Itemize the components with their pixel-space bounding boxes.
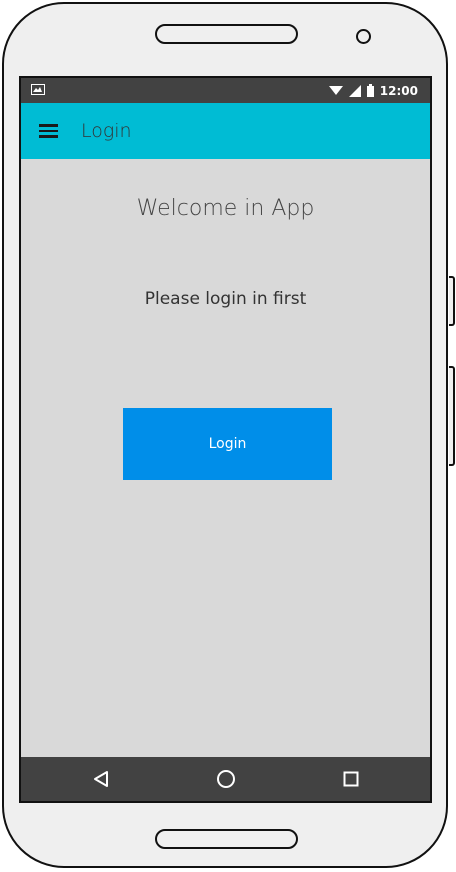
recent-apps-button[interactable] (329, 757, 373, 801)
login-prompt: Please login in first (144, 289, 307, 309)
status-icons: 12:00 (328, 78, 418, 103)
home-button[interactable] (204, 757, 248, 801)
back-button[interactable] (79, 757, 123, 801)
screen: 12:00 Login Welcome in App Please login … (19, 76, 432, 803)
volume-button (449, 276, 455, 326)
battery-icon (366, 84, 374, 97)
bottom-speaker (155, 829, 298, 849)
login-button[interactable]: Login (123, 408, 332, 480)
power-button (449, 366, 455, 466)
status-bar: 12:00 (21, 78, 430, 103)
welcome-heading: Welcome in App (136, 196, 315, 221)
back-icon (94, 771, 108, 787)
earpiece-speaker (155, 24, 298, 44)
home-icon (217, 770, 235, 788)
signal-icon (348, 84, 361, 97)
recent-apps-icon (343, 771, 359, 787)
status-time: 12:00 (379, 83, 418, 98)
app-title: Login (81, 120, 132, 142)
wifi-icon (328, 86, 343, 95)
menu-icon[interactable] (39, 124, 58, 138)
app-bar: Login (21, 103, 430, 159)
image-icon (31, 84, 45, 95)
navigation-bar (21, 757, 430, 801)
front-camera (356, 29, 371, 44)
